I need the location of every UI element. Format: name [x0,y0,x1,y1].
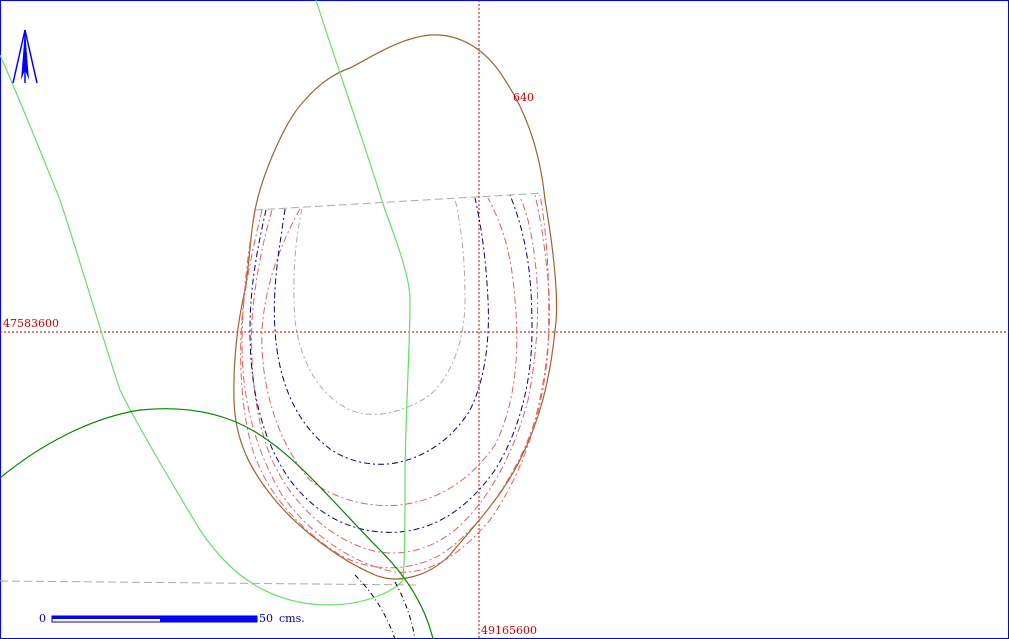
gray-dashed-cut-line [254,192,544,211]
contour-gray-inner [293,198,466,415]
contour-navy-inner [273,197,489,465]
scale-start-label: 0 [39,612,46,625]
grid-label-x: 49165600 [481,624,537,637]
scale-end-label: 50 [259,612,273,625]
outer-contour-640 [233,34,558,580]
light-green-road-2 [0,54,404,606]
contour-red-1 [240,194,550,569]
dark-green-road [0,408,434,639]
contour-navy-outer [249,194,533,533]
map-drawing: 640 47583600 49165600 0 50 cms. [0,0,1009,639]
scale-unit-label: cms. [279,612,305,625]
gray-dashed-bottom-line [0,580,421,586]
north-arrow-icon [12,29,38,84]
grid-label-y: 47583600 [3,317,59,330]
contour-label-640: 640 [513,91,534,104]
light-green-road-1 [315,0,411,581]
contour-red-4 [241,194,550,573]
scale-bar [51,615,258,623]
